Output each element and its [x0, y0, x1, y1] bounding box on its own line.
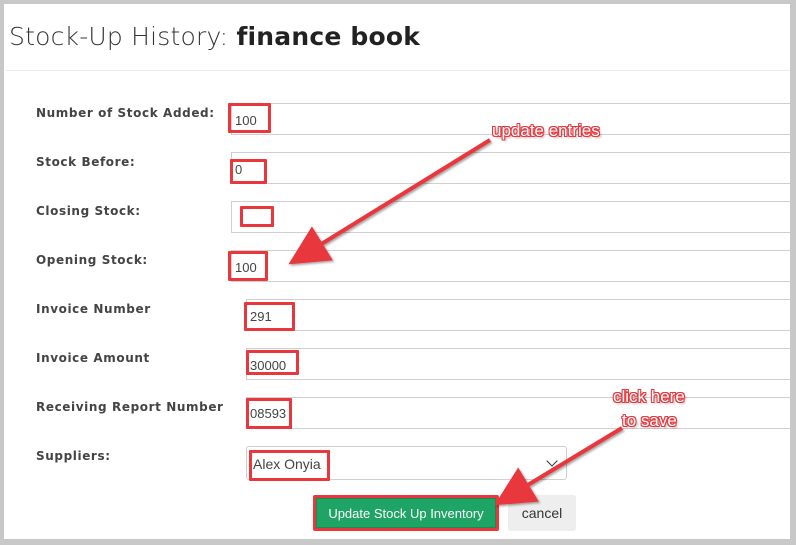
- click-here-note: click here: [613, 387, 685, 406]
- update-entries-arrow: [288, 138, 492, 265]
- click-to-save-arrow: [494, 426, 624, 506]
- annotation-arrows: [288, 138, 624, 506]
- update-entries-note: update entries: [492, 121, 600, 140]
- to-save-note: to save: [622, 411, 677, 430]
